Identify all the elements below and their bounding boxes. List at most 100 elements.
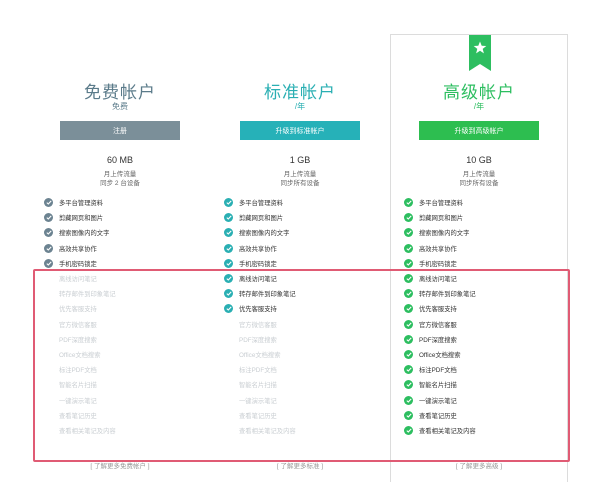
feature-label: 查看笔记历史 [419, 412, 457, 420]
feature-item: 智能名片扫描 [224, 377, 386, 392]
check-icon [404, 258, 413, 268]
feature-item: 查看相关笔记及内容 [224, 423, 386, 438]
feature-label: 官方微信客服 [59, 321, 97, 329]
feature-item: 手机密码锁定 [44, 256, 206, 271]
feature-item: 剪藏网页和图片 [224, 210, 386, 225]
feature-label: 离线访问笔记 [59, 276, 97, 284]
plan-price: /年 [294, 102, 306, 111]
feature-item: 智能名片扫描 [404, 377, 566, 392]
check-icon [44, 198, 53, 208]
feature-label: 标注PDF文档 [239, 367, 277, 375]
feature-label: 智能名片扫描 [59, 382, 97, 390]
feature-item: 离线访问笔记 [224, 271, 386, 286]
feature-label: 智能名片扫描 [239, 382, 277, 390]
feature-item: Office文档搜索 [44, 347, 206, 362]
plan-title: 标准帐户 [264, 83, 336, 102]
feature-item: 手机密码锁定 [224, 256, 386, 271]
feature-label: 高效共享协作 [59, 245, 97, 253]
feature-item: 智能名片扫描 [44, 377, 206, 392]
feature-item: 剪藏网页和图片 [44, 210, 206, 225]
feature-item: 官方微信客服 [224, 317, 386, 332]
feature-item: 优先客服支持 [44, 301, 206, 316]
check-icon [224, 274, 233, 284]
feature-item: 搜索图像内的文字 [44, 225, 206, 240]
feature-item: 官方微信客服 [404, 317, 566, 332]
feature-list: 多平台管理资料 剪藏网页和图片 搜索图像内的文字 高效共享协作 手机密码锁定 离线访问笔记… [224, 195, 386, 438]
check-icon [224, 289, 233, 299]
check-icon [404, 334, 413, 344]
feature-item: 优先客服支持 [404, 301, 566, 316]
learn-more-close: ] [498, 463, 503, 470]
storage-amount: 10 GB [466, 155, 492, 165]
feature-label: 剪藏网页和图片 [59, 215, 104, 223]
sync-note: 同步所有设备 [280, 180, 320, 187]
check-icon [404, 198, 413, 208]
feature-item: 一键演示笔记 [404, 392, 566, 407]
feature-item: 离线访问笔记 [44, 271, 206, 286]
feature-label: 智能名片扫描 [419, 382, 457, 390]
storage-amount: 1 GB [289, 155, 311, 165]
feature-label: 手机密码锁定 [239, 260, 277, 268]
check-icon [404, 395, 413, 405]
check-icon [404, 213, 413, 223]
plan-price: 免费 [112, 102, 128, 111]
feature-label: 一键演示笔记 [419, 397, 457, 405]
sync-note: 同步所有设备 [459, 180, 499, 187]
upgrade-premium-button[interactable]: 升级到高级帐户 [419, 121, 539, 140]
feature-item: 查看笔记历史 [44, 408, 206, 423]
feature-label: 高效共享协作 [419, 245, 457, 253]
feature-label: 查看笔记历史 [239, 412, 277, 420]
check-icon [224, 258, 233, 268]
feature-label: 搜索图像内的文字 [239, 230, 290, 238]
feature-label: 优先客服支持 [419, 306, 457, 314]
plan-title: 高级帐户 [443, 83, 515, 102]
check-icon [404, 304, 413, 314]
check-icon [404, 228, 413, 238]
feature-label: 优先客服支持 [239, 306, 277, 314]
plan-premium: 高级帐户 /年 升级到高级帐户 10 GB 月上传流量 同步所有设备 多平台管理… [390, 0, 568, 491]
feature-label: 离线访问笔记 [419, 276, 457, 284]
feature-item: 离线访问笔记 [404, 271, 566, 286]
learn-more-close: ] [146, 463, 150, 470]
feature-label: Office文档搜索 [419, 351, 461, 359]
feature-label: 一键演示笔记 [239, 397, 277, 405]
learn-more-text: 了解更多标准 [280, 463, 320, 470]
plan-free: 免费帐户 免费 注册 60 MB 月上传流量 同步 2 台设备 多平台管理资料剪… [30, 0, 210, 491]
check-icon [404, 319, 413, 329]
feature-item: 标注PDF文档 [224, 362, 386, 377]
sync-note: 同步 2 台设备 [100, 180, 140, 187]
feature-label: 转存邮件到印象笔记 [59, 291, 116, 299]
check-icon [224, 213, 233, 223]
upgrade-standard-button[interactable]: 升级到标准帐户 [240, 121, 360, 140]
check-icon [44, 213, 53, 223]
feature-list: 多平台管理资料 剪藏网页和图片 搜索图像内的文字 高效共享协作 手机密码锁定 离线访问笔记… [44, 195, 206, 438]
learn-more-link[interactable]: [ 了解更多标准 ] [210, 460, 390, 470]
learn-more-close: ] [319, 463, 324, 470]
check-icon [404, 349, 413, 359]
feature-item: PDF深度搜索 [404, 332, 566, 347]
feature-label: 标注PDF文档 [59, 367, 97, 375]
learn-more-link[interactable]: [ 了解更多免费帐户 ] [30, 460, 210, 470]
signup-button[interactable]: 注册 [60, 121, 180, 140]
feature-item: 转存邮件到印象笔记 [44, 286, 206, 301]
feature-label: 多平台管理资料 [239, 200, 284, 208]
feature-label: 查看相关笔记及内容 [239, 427, 296, 435]
feature-item: 官方微信客服 [44, 317, 206, 332]
learn-more-text: 了解更多免费帐户 [94, 463, 146, 470]
feature-label: PDF深度搜索 [419, 336, 457, 344]
learn-more-link[interactable]: [ 了解更多高级 ] [390, 460, 568, 470]
feature-label: 转存邮件到印象笔记 [239, 291, 296, 299]
feature-label: 剪藏网页和图片 [239, 215, 284, 223]
feature-label: 标注PDF文档 [419, 367, 457, 375]
check-icon [44, 243, 53, 253]
check-icon [404, 365, 413, 375]
feature-label: 查看相关笔记及内容 [419, 427, 476, 435]
learn-more-text: 了解更多高级 [459, 463, 499, 470]
feature-label: 官方微信客服 [239, 321, 277, 329]
feature-label: 剪藏网页和图片 [419, 215, 464, 223]
feature-label: Office文档搜索 [239, 351, 281, 359]
feature-item: Office文档搜索 [404, 347, 566, 362]
feature-item: 一键演示笔记 [224, 392, 386, 407]
feature-label: 多平台管理资料 [419, 200, 464, 208]
feature-item: 手机密码锁定 [404, 256, 566, 271]
